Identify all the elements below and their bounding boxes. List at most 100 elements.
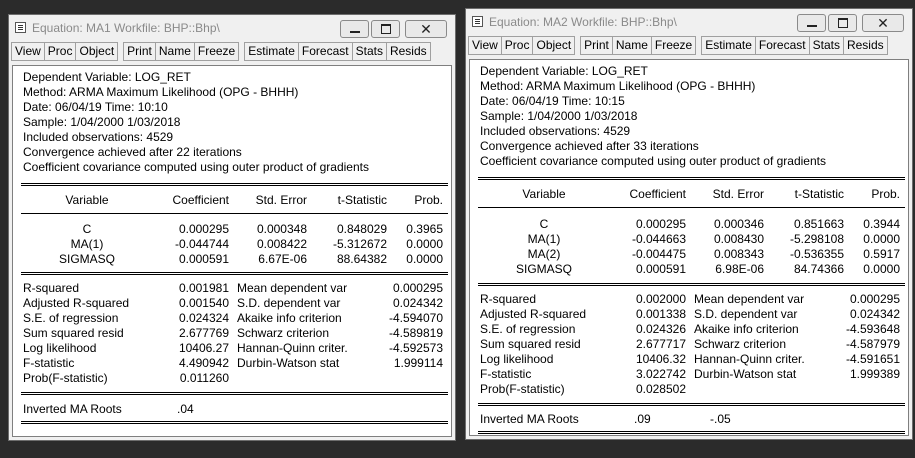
toolbar-resids-button[interactable]: Resids xyxy=(842,36,888,55)
stat-value: 0.001981 xyxy=(178,281,229,295)
inverted-ma-root-value: -.05 xyxy=(710,412,731,426)
stat-label: Adjusted R-squared xyxy=(480,307,587,321)
stat-value: 2.677717 xyxy=(635,337,686,351)
stat-value: 0.024326 xyxy=(635,322,686,336)
coef-std-error-value: 0.000346 xyxy=(713,217,764,231)
stat-label: Adjusted R-squared xyxy=(23,296,130,310)
coef-std-error-value: 6.98E-06 xyxy=(715,262,764,276)
maximize-button[interactable] xyxy=(371,20,400,38)
maximize-button[interactable] xyxy=(828,14,857,32)
stat-label: S.E. of regression xyxy=(480,322,576,336)
stat-label: Log likelihood xyxy=(23,341,97,355)
header-line: Dependent Variable: LOG_RET xyxy=(23,70,191,84)
stat-value: 10406.27 xyxy=(178,341,229,355)
coef-t-statistic-value: 0.851663 xyxy=(793,217,844,231)
toolbar-stats-button[interactable]: Stats xyxy=(351,42,387,61)
toolbar-name-button[interactable]: Name xyxy=(154,42,195,61)
header-line: Convergence achieved after 22 iterations xyxy=(23,145,242,159)
coef-table-bottom-rule xyxy=(21,272,448,275)
column-header-prob: Prob. xyxy=(871,187,900,201)
coef-std-error-value: 6.67E-06 xyxy=(258,252,307,266)
toolbar-view-button[interactable]: View xyxy=(468,36,502,55)
inverted-ma-root-value: .04 xyxy=(177,402,194,416)
equation-window-ma1[interactable]: Equation: MA1 Workfile: BHP::Bhp\ ✕ View Pr… xyxy=(8,14,456,441)
header-line: Date: 06/04/19 Time: 10:10 xyxy=(23,100,168,114)
roots-bottom-rule xyxy=(21,421,448,424)
stat-value: 0.001540 xyxy=(178,296,229,310)
header-line: Coefficient covariance computed using ou… xyxy=(23,160,369,174)
coef-t-statistic-value: -5.298108 xyxy=(789,232,844,246)
stat-value: 0.028502 xyxy=(635,382,686,396)
column-header-variable: Variable xyxy=(522,187,566,201)
title-bar: Equation: MA1 Workfile: BHP::Bhp\ ✕ xyxy=(9,15,455,42)
roots-bottom-rule xyxy=(478,431,905,434)
coef-coefficient-value: 0.000591 xyxy=(178,252,229,266)
estimation-header: Dependent Variable: LOG_RET Method: ARMA … xyxy=(480,64,826,169)
coef-variable-name: MA(2) xyxy=(527,247,561,261)
coef-std-error-value: 0.008430 xyxy=(713,232,764,246)
stats-bottom-rule xyxy=(21,392,448,395)
toolbar-proc-button[interactable]: Proc xyxy=(43,42,77,61)
estimation-header: Dependent Variable: LOG_RET Method: ARMA … xyxy=(23,70,369,175)
header-line: Included observations: 4529 xyxy=(480,124,631,138)
coef-prob-value: 0.3965 xyxy=(406,222,443,236)
toolbar-forecast-button[interactable]: Forecast xyxy=(754,36,810,55)
column-header-t-statistic: t-Statistic xyxy=(337,193,387,207)
stat-label: Log likelihood xyxy=(480,352,554,366)
stat-value: -4.589819 xyxy=(388,326,443,340)
column-header-variable: Variable xyxy=(65,193,109,207)
toolbar-proc-button[interactable]: Proc xyxy=(500,36,534,55)
toolbar-object-button[interactable]: Object xyxy=(532,36,576,55)
toolbar-print-button[interactable]: Print xyxy=(580,36,613,55)
stat-label: S.E. of regression xyxy=(23,311,119,325)
coef-coefficient-value: -0.044744 xyxy=(174,237,229,251)
stat-value: 0.002000 xyxy=(635,292,686,306)
stat-value: -4.593648 xyxy=(845,322,900,336)
toolbar-view-button[interactable]: View xyxy=(11,42,45,61)
minimize-button[interactable] xyxy=(797,14,826,32)
close-icon: ✕ xyxy=(420,21,432,37)
toolbar-object-button[interactable]: Object xyxy=(75,42,119,61)
stat-label: F-statistic xyxy=(480,367,532,381)
stat-value: 0.024342 xyxy=(849,307,900,321)
stat-label: F-statistic xyxy=(23,356,75,370)
coef-coefficient-value: -0.044663 xyxy=(631,232,686,246)
window-toolbar: View Proc Object Print Name Freeze Estimate For… xyxy=(468,36,910,55)
inverted-ma-roots-label: Inverted MA Roots xyxy=(23,402,122,416)
column-header-coefficient: Coefficient xyxy=(629,187,686,201)
stat-value: -4.591651 xyxy=(845,352,900,366)
toolbar-forecast-button[interactable]: Forecast xyxy=(297,42,353,61)
header-line: Included observations: 4529 xyxy=(23,130,174,144)
toolbar-estimate-button[interactable]: Estimate xyxy=(701,36,756,55)
close-icon: ✕ xyxy=(877,15,889,31)
coef-t-statistic-value: 84.74366 xyxy=(793,262,844,276)
window-app-icon xyxy=(472,16,483,27)
minimize-button[interactable] xyxy=(340,20,369,38)
toolbar-name-button[interactable]: Name xyxy=(611,36,652,55)
coef-prob-value: 0.0000 xyxy=(863,262,900,276)
coef-variable-name: C xyxy=(82,222,92,236)
stat-value: 3.022742 xyxy=(635,367,686,381)
equation-window-ma2[interactable]: Equation: MA2 Workfile: BHP::Bhp\ ✕ View Pr… xyxy=(465,8,913,440)
close-button[interactable]: ✕ xyxy=(862,14,904,32)
toolbar-print-button[interactable]: Print xyxy=(123,42,156,61)
coef-coefficient-value: 0.000591 xyxy=(635,262,686,276)
window-toolbar: View Proc Object Print Name Freeze Estimate For… xyxy=(11,42,453,61)
column-header-t-statistic: t-Statistic xyxy=(794,187,844,201)
toolbar-estimate-button[interactable]: Estimate xyxy=(244,42,299,61)
header-line: Method: ARMA Maximum Likelihood (OPG - B… xyxy=(480,79,756,93)
toolbar-freeze-button[interactable]: Freeze xyxy=(650,36,697,55)
toolbar-resids-button[interactable]: Resids xyxy=(385,42,431,61)
stat-value: 1.999389 xyxy=(849,367,900,381)
stat-value: 10406.32 xyxy=(635,352,686,366)
stat-value: 0.011260 xyxy=(179,371,229,385)
close-button[interactable]: ✕ xyxy=(405,20,447,38)
coef-prob-value: 0.3944 xyxy=(863,217,900,231)
coef-std-error-value: 0.008343 xyxy=(713,247,764,261)
inverted-ma-roots-label: Inverted MA Roots xyxy=(480,412,579,426)
toolbar-freeze-button[interactable]: Freeze xyxy=(193,42,240,61)
header-line: Convergence achieved after 33 iterations xyxy=(480,139,699,153)
coef-table-bottom-rule xyxy=(478,283,905,286)
coef-prob-value: 0.0000 xyxy=(406,252,443,266)
toolbar-stats-button[interactable]: Stats xyxy=(808,36,844,55)
